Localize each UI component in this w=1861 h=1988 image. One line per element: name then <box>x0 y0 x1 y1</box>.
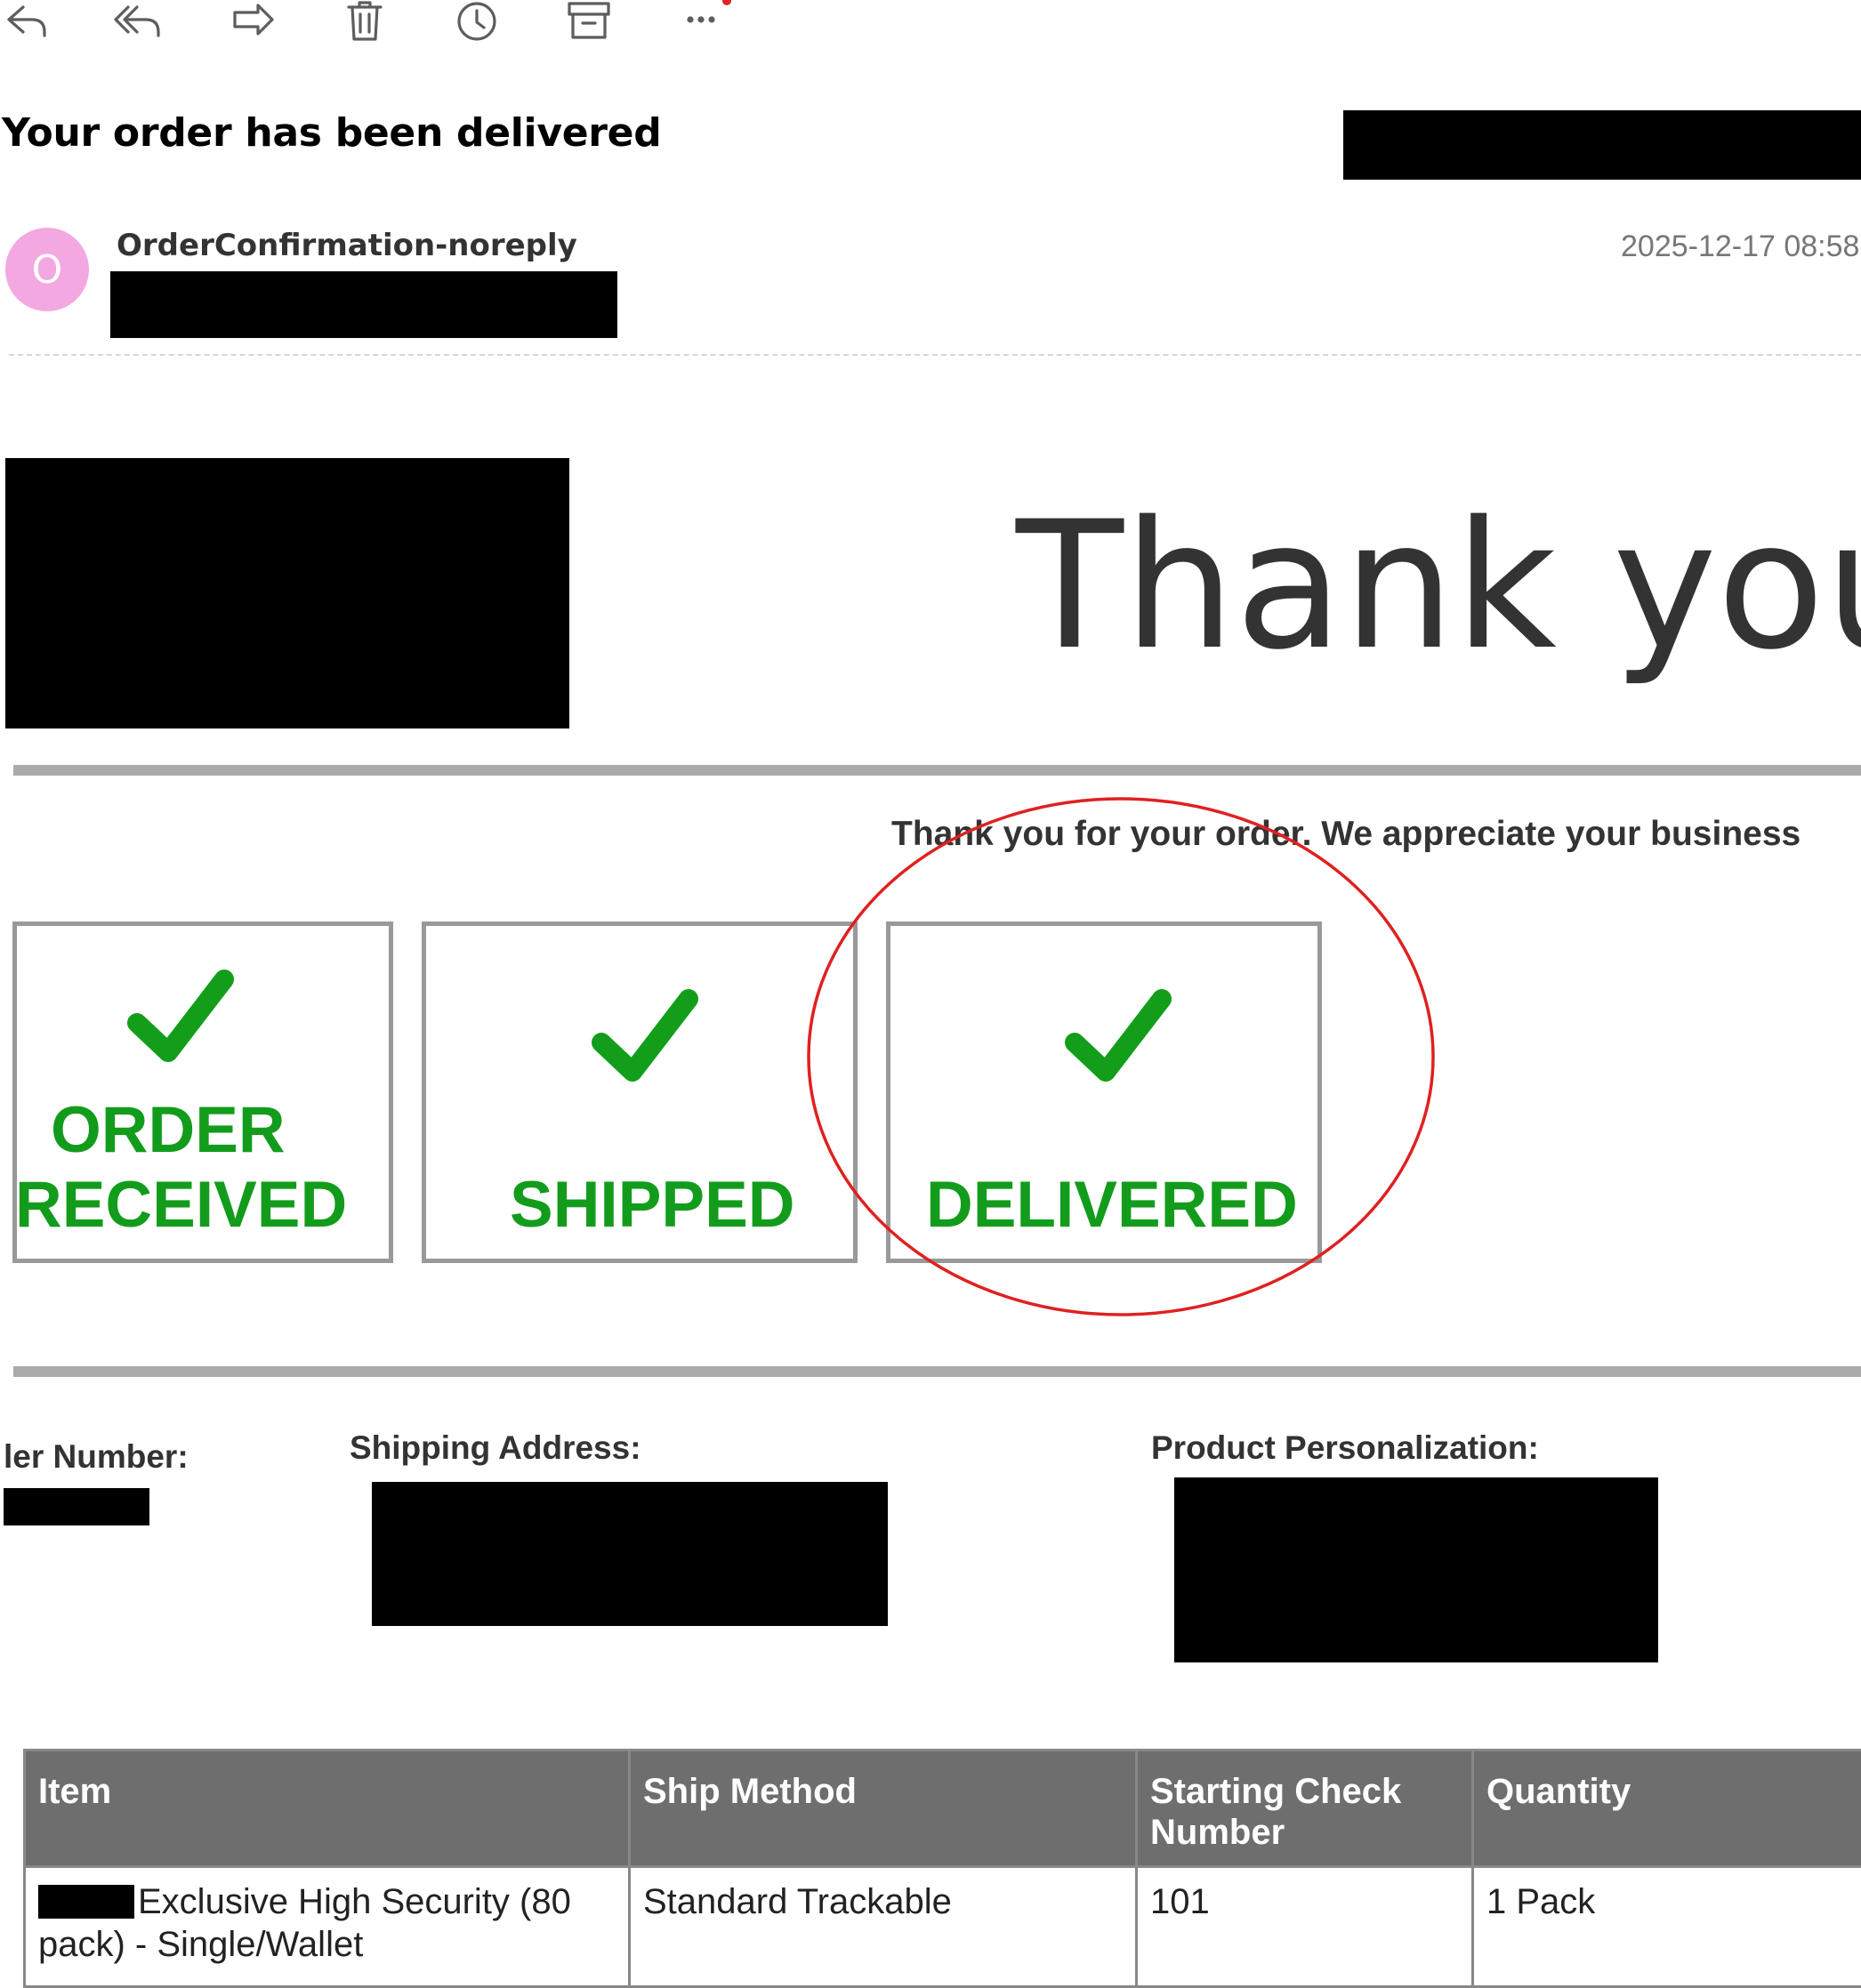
more-icon[interactable] <box>674 0 728 41</box>
avatar-letter: O <box>32 247 63 293</box>
cell-ship-method: Standard Trackable <box>630 1867 1137 1987</box>
shipping-address-label: Shipping Address: <box>350 1429 641 1467</box>
delete-icon[interactable] <box>338 0 391 41</box>
sender-name[interactable]: OrderConfirmation-noreply <box>117 228 577 263</box>
column-header-item: Item <box>25 1751 630 1867</box>
status-order-received: ORDER RECEIVED <box>12 922 393 1263</box>
reply-all-icon[interactable] <box>112 0 165 41</box>
checkmark-icon <box>588 983 704 1099</box>
redacted-order-number <box>4 1488 149 1525</box>
thank-you-headline: Thank you <box>1016 498 1861 674</box>
forward-icon[interactable] <box>226 0 279 41</box>
redacted-personalization <box>1174 1477 1658 1662</box>
message-toolbar <box>0 0 801 44</box>
checkmark-icon <box>124 963 239 1079</box>
divider-top <box>13 765 1861 776</box>
column-header-quantity: Quantity <box>1473 1751 1861 1867</box>
redacted-shipping-address <box>372 1482 888 1626</box>
redacted-sender-address <box>110 271 617 338</box>
archive-icon[interactable] <box>562 0 616 41</box>
status-shipped: SHIPPED <box>422 922 858 1263</box>
table-row: Exclusive High Security (80 pack) - Sing… <box>25 1867 1861 1987</box>
status-label: SHIPPED <box>510 1168 794 1243</box>
column-header-ship-method: Ship Method <box>630 1751 1137 1867</box>
redacted-brand <box>38 1885 134 1919</box>
redacted-block <box>1343 110 1861 180</box>
personalization-label: Product Personalization: <box>1151 1429 1539 1467</box>
reply-icon[interactable] <box>2 0 55 41</box>
email-subject: Your order has been delivered <box>2 110 661 156</box>
cell-item: Exclusive High Security (80 pack) - Sing… <box>25 1867 630 1987</box>
avatar[interactable]: O <box>5 228 89 311</box>
cell-quantity: 1 Pack <box>1473 1867 1861 1987</box>
divider-bottom <box>13 1366 1861 1377</box>
snooze-icon[interactable] <box>450 0 504 41</box>
status-label-line2: RECEIVED <box>15 1168 347 1243</box>
header-text-line1: Starting Check <box>1150 1772 1401 1811</box>
column-header-starting-check: Starting CheckNumber <box>1137 1751 1473 1867</box>
cell-starting-check: 101 <box>1137 1867 1473 1987</box>
notification-dot <box>722 0 731 5</box>
header-text-line2: Number <box>1150 1813 1285 1852</box>
order-items-table: Item Ship Method Starting CheckNumber Qu… <box>23 1749 1861 1988</box>
email-timestamp: 2025-12-17 08:58 <box>1621 229 1859 264</box>
status-label-line1: ORDER <box>51 1093 286 1168</box>
header-divider <box>9 354 1861 356</box>
order-number-label: ler Number: <box>4 1438 189 1476</box>
annotation-circle <box>805 794 1437 1319</box>
redacted-logo <box>5 458 569 728</box>
table-header-row: Item Ship Method Starting CheckNumber Qu… <box>25 1751 1861 1867</box>
